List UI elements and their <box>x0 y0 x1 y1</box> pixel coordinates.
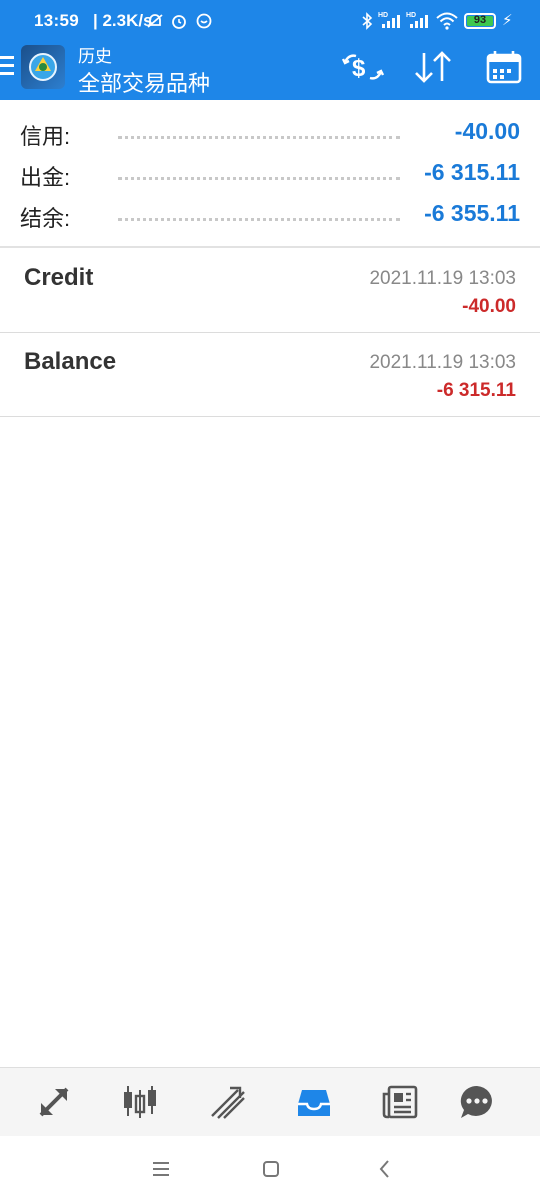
status-time: 13:59 <box>34 11 79 30</box>
sort-icon[interactable] <box>411 50 455 84</box>
wifi-icon <box>436 12 458 30</box>
alarm-icon <box>172 15 186 29</box>
divider <box>0 332 540 333</box>
deal-name: Credit <box>24 264 94 291</box>
summary-label: 出金: <box>20 165 71 190</box>
summary-label: 结余: <box>20 206 71 231</box>
trade-icon[interactable] <box>208 1082 248 1122</box>
status-bar: 13:59 | 2.3K/s HD HD 93 ⚡ <box>0 0 540 44</box>
bottom-nav <box>0 1067 540 1136</box>
network-speed: | 2.3K/s <box>93 11 153 30</box>
notification-icon <box>196 13 212 29</box>
summary-row-balance: 结余: -6 355.11 <box>0 196 540 236</box>
back-icon[interactable] <box>372 1156 398 1182</box>
deal-time: 2021.11.19 13:03 <box>369 268 516 289</box>
charging-icon: ⚡ <box>502 12 513 29</box>
svg-text:HD: HD <box>378 12 388 19</box>
summary-value: -6 315.11 <box>424 159 520 185</box>
system-nav-bar <box>0 1136 540 1200</box>
bluetooth-icon <box>362 12 373 30</box>
list-item[interactable]: Credit 2021.11.19 13:03 -40.00 <box>0 250 540 332</box>
app-logo <box>21 45 65 89</box>
dotted-leader <box>118 177 400 180</box>
mute-icon <box>147 14 163 28</box>
divider <box>0 416 540 417</box>
calendar-icon[interactable] <box>482 50 526 84</box>
summary-row-withdrawal: 出金: -6 315.11 <box>0 155 540 195</box>
summary-label: 信用: <box>20 124 71 149</box>
svg-text:HD: HD <box>406 12 416 19</box>
summary-value: -40.00 <box>454 118 520 144</box>
deal-amount: -6 315.11 <box>436 380 516 401</box>
chart-icon[interactable] <box>120 1082 160 1122</box>
app-bar: 13:59 | 2.3K/s HD HD 93 ⚡ 历史 全部交易品种 $ <box>0 0 540 100</box>
symbol-filter[interactable]: 全部交易品种 <box>78 66 210 98</box>
summary-row-credit: 信用: -40.00 <box>0 114 540 154</box>
deal-time: 2021.11.19 13:03 <box>369 352 516 373</box>
signal-hd-icon: HD <box>406 12 428 28</box>
page-title: 历史 <box>78 47 112 66</box>
chat-icon[interactable] <box>457 1082 497 1122</box>
history-icon[interactable] <box>294 1082 334 1122</box>
deal-amount: -40.00 <box>462 296 516 317</box>
divider <box>0 246 540 248</box>
summary-value: -6 355.11 <box>424 200 520 226</box>
menu-icon[interactable] <box>0 56 16 78</box>
svg-text:$: $ <box>352 55 366 82</box>
battery-level: 93 <box>473 14 487 26</box>
recent-apps-icon[interactable] <box>148 1156 174 1182</box>
deal-name: Balance <box>24 348 117 375</box>
dotted-leader <box>118 136 400 139</box>
currency-exchange-icon[interactable]: $ <box>341 50 385 84</box>
list-item[interactable]: Balance 2021.11.19 13:03 -6 315.11 <box>0 334 540 416</box>
battery-icon: 93 <box>464 13 496 29</box>
signal-hd-icon: HD <box>378 12 400 28</box>
home-icon[interactable] <box>258 1156 284 1182</box>
dotted-leader <box>118 218 400 221</box>
quotes-icon[interactable] <box>34 1082 74 1122</box>
news-icon[interactable] <box>380 1082 420 1122</box>
